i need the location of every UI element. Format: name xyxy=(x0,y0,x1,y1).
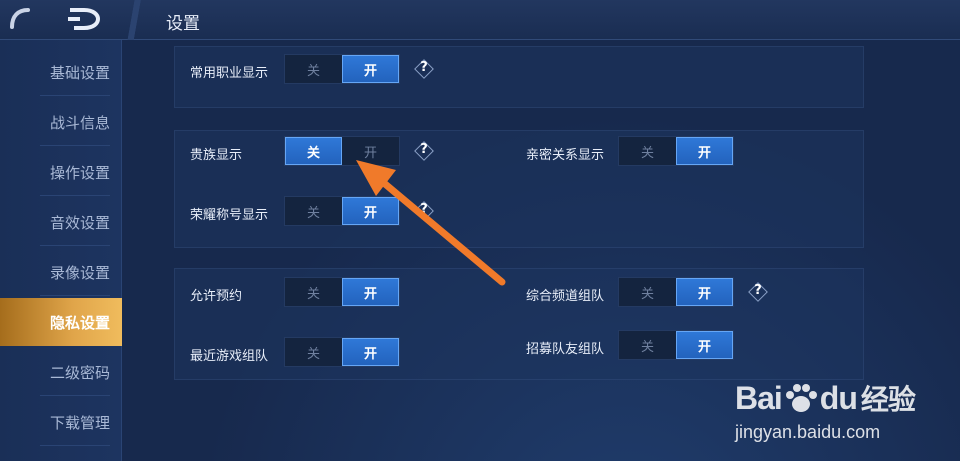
toggle-on-option[interactable]: 开 xyxy=(342,338,399,366)
sidebar-item-downloads[interactable]: 下载管理 xyxy=(0,398,122,446)
toggle-off-option[interactable]: 关 xyxy=(285,338,342,366)
sidebar-item-battle-info[interactable]: 战斗信息 xyxy=(0,98,122,146)
channel-team-toggle[interactable]: 关 开 xyxy=(618,277,734,307)
help-icon[interactable]: ? xyxy=(747,281,769,303)
sidebar-item-label: 隐私设置 xyxy=(50,313,111,332)
toggle-off-option[interactable]: 关 xyxy=(285,197,342,225)
refresh-icon[interactable] xyxy=(8,7,34,31)
sidebar-item-label: 下载管理 xyxy=(50,413,111,432)
toggle-off-option[interactable]: 关 xyxy=(285,137,342,165)
sidebar-item-replay[interactable]: 录像设置 xyxy=(0,248,122,296)
toggle-off-option[interactable]: 关 xyxy=(285,55,342,83)
common-job-toggle[interactable]: 关 开 xyxy=(284,54,400,84)
toggle-off-option[interactable]: 关 xyxy=(619,278,676,306)
settings-panel-display xyxy=(174,130,864,248)
common-job-label: 常用职业显示 xyxy=(190,66,269,81)
recruit-team-toggle[interactable]: 关 开 xyxy=(618,330,734,360)
recent-team-toggle[interactable]: 关 开 xyxy=(284,337,400,367)
toggle-on-option[interactable]: 开 xyxy=(676,331,733,359)
sidebar-item-label: 操作设置 xyxy=(50,163,111,182)
toggle-on-option[interactable]: 开 xyxy=(342,137,399,165)
sidebar-item-controls[interactable]: 操作设置 xyxy=(0,148,122,196)
sidebar: 基础设置 战斗信息 操作设置 音效设置 录像设置 隐私设置 二级密码 下载管理 xyxy=(0,40,122,461)
toggle-off-option[interactable]: 关 xyxy=(619,137,676,165)
sidebar-item-label: 二级密码 xyxy=(50,363,111,382)
top-bar: 设置 xyxy=(0,0,960,40)
sidebar-item-label: 基础设置 xyxy=(50,63,111,82)
honor-title-label: 荣耀称号显示 xyxy=(190,208,269,223)
settings-panel-profession xyxy=(174,46,864,108)
recruit-team-label: 招募队友组队 xyxy=(526,342,605,357)
sidebar-item-sound[interactable]: 音效设置 xyxy=(0,198,122,246)
help-icon[interactable]: ? xyxy=(413,140,435,162)
header-separator xyxy=(122,0,146,40)
sidebar-item-second-password[interactable]: 二级密码 xyxy=(0,348,122,396)
sidebar-item-label: 录像设置 xyxy=(50,263,111,282)
channel-team-label: 综合频道组队 xyxy=(526,289,605,304)
noble-toggle[interactable]: 关 开 xyxy=(284,136,400,166)
toggle-on-option[interactable]: 开 xyxy=(342,55,399,83)
intimacy-label: 亲密关系显示 xyxy=(526,148,605,163)
help-icon[interactable]: ? xyxy=(413,58,435,80)
toggle-on-option[interactable]: 开 xyxy=(676,137,733,165)
sidebar-item-label: 战斗信息 xyxy=(50,113,111,132)
help-icon[interactable]: ? xyxy=(413,200,435,222)
recent-team-label: 最近游戏组队 xyxy=(190,349,269,364)
noble-label: 贵族显示 xyxy=(190,148,243,163)
toggle-on-option[interactable]: 开 xyxy=(676,278,733,306)
toggle-off-option[interactable]: 关 xyxy=(619,331,676,359)
sidebar-item-basic[interactable]: 基础设置 xyxy=(0,48,122,96)
allow-booking-toggle[interactable]: 关 开 xyxy=(284,277,400,307)
intimacy-toggle[interactable]: 关 开 xyxy=(618,136,734,166)
page-title: 设置 xyxy=(166,14,200,34)
toggle-off-option[interactable]: 关 xyxy=(285,278,342,306)
sidebar-item-label: 音效设置 xyxy=(50,213,111,232)
honor-title-toggle[interactable]: 关 开 xyxy=(284,196,400,226)
allow-booking-label: 允许预约 xyxy=(190,289,243,304)
toggle-on-option[interactable]: 开 xyxy=(342,278,399,306)
sidebar-item-privacy[interactable]: 隐私设置 xyxy=(0,298,122,346)
back-icon[interactable] xyxy=(66,6,102,32)
toggle-on-option[interactable]: 开 xyxy=(342,197,399,225)
settings-content xyxy=(122,40,960,461)
